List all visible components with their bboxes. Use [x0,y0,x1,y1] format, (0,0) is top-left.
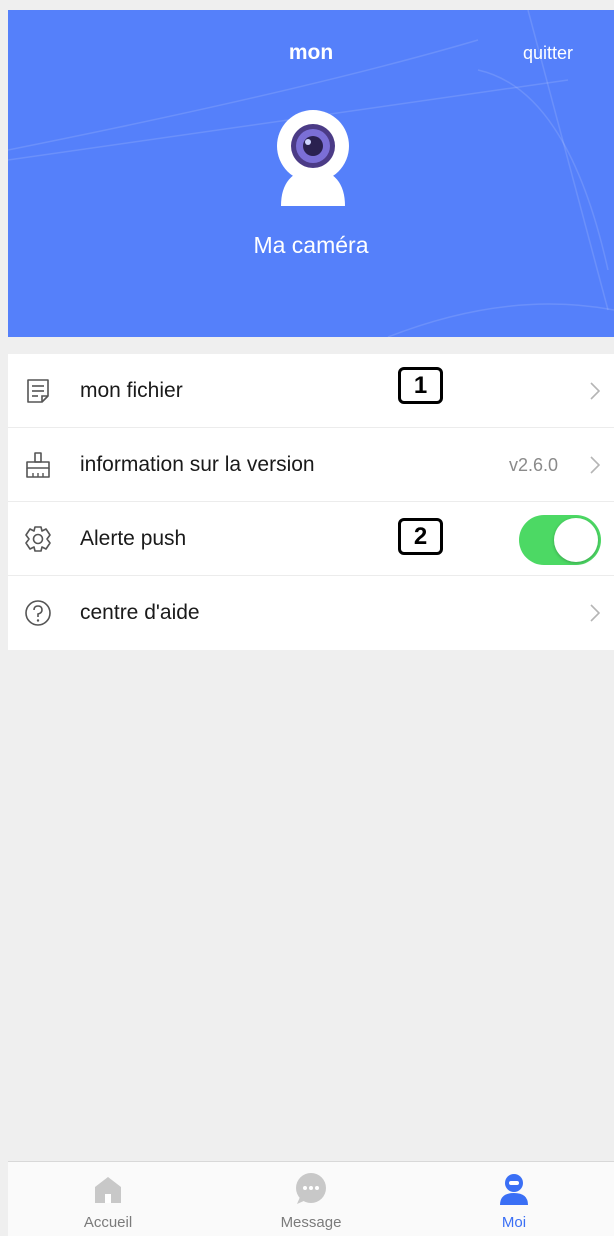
profile-page: mon quitter Ma caméra mon fichier 1 info… [0,0,614,1236]
tab-label: Accueil [83,1214,133,1231]
chevron-right-icon [590,604,600,622]
chevron-right-icon [590,382,600,400]
chevron-right-icon [590,456,600,474]
broom-icon [26,452,50,478]
camera-name: Ma caméra [253,232,369,258]
annotation-marker-2: 2 [398,518,443,555]
home-icon [95,1177,121,1203]
document-icon [27,379,49,403]
tab-accueil[interactable]: Accueil [48,1162,168,1236]
menu-item-label: centre d'aide [80,601,200,624]
menu-item-version-info[interactable]: information sur la version v2.6.0 [8,428,614,502]
menu-item-label: Alerte push [80,527,187,550]
version-value: v2.6.0 [508,455,558,475]
annotation-marker-1: 1 [398,367,443,404]
push-alert-toggle[interactable] [519,515,601,565]
tab-message[interactable]: Message [251,1162,371,1236]
menu-item-my-file[interactable]: mon fichier 1 [8,354,614,428]
gear-icon [25,526,51,552]
tab-moi[interactable]: Moi [454,1162,574,1236]
settings-menu: mon fichier 1 information sur la version… [8,354,614,650]
profile-header: mon quitter Ma caméra [8,10,614,337]
tab-label: Moi [501,1214,527,1231]
menu-item-help-center[interactable]: centre d'aide [8,576,614,650]
menu-item-label: mon fichier [80,379,183,402]
menu-item-label: information sur la version [80,453,315,476]
camera-icon [277,110,349,206]
bottom-tab-bar: Accueil Message Moi [8,1161,614,1236]
chat-bubble-icon [296,1173,326,1204]
menu-item-push-alert: Alerte push 2 [8,502,614,576]
tab-label: Message [280,1214,342,1231]
toggle-knob [554,518,598,562]
quit-button[interactable]: quitter [523,43,573,64]
user-icon [500,1174,528,1205]
help-circle-icon [25,600,51,626]
